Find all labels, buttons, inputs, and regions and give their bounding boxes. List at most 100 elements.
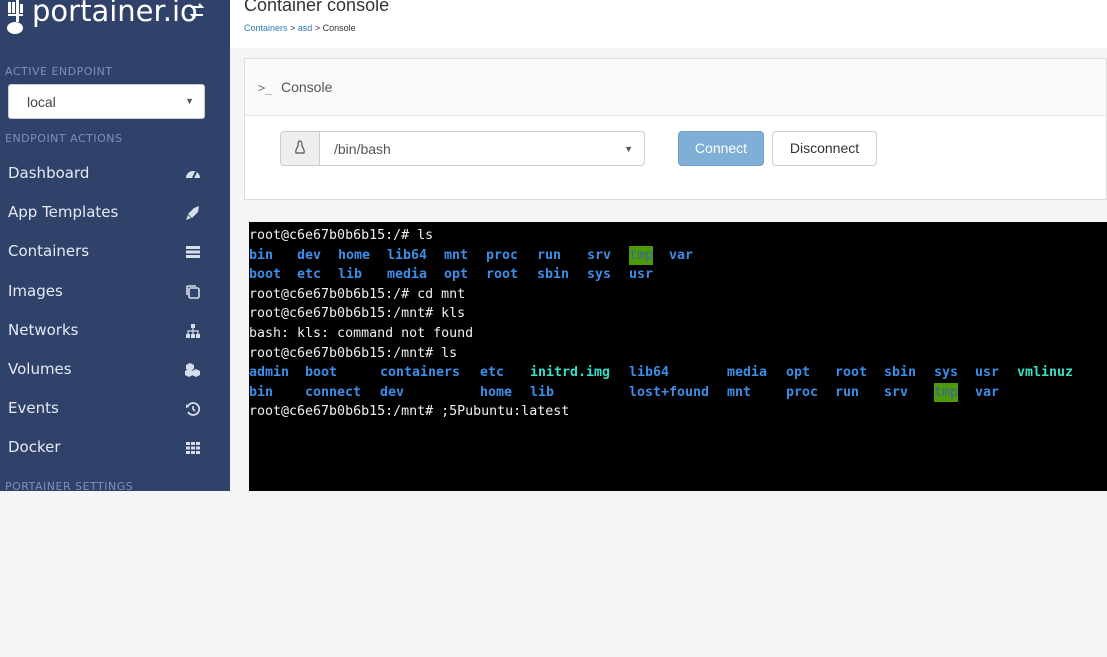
- terminal-line: bash: kls: command not found: [249, 326, 474, 341]
- history-icon: [186, 402, 201, 416]
- terminal-ls-output: bin dev home lib64 mnt proc run srv tmp …: [249, 245, 1107, 266]
- command-select[interactable]: /bin/bash ▼: [280, 131, 645, 166]
- chevron-down-icon: ▼: [185, 96, 194, 106]
- dir-entry: sys: [587, 267, 612, 283]
- terminal-line: root@c6e67b0b6b15:/mnt# kls: [249, 306, 466, 322]
- console-panel-heading: >_ Console: [245, 59, 1106, 116]
- main-content: Container console Containers > asd > Con…: [230, 0, 1107, 491]
- dir-entry: dev: [380, 384, 405, 400]
- dir-entry: boot: [305, 365, 338, 381]
- connect-button[interactable]: Connect: [678, 131, 764, 166]
- dir-entry: mnt: [727, 384, 752, 400]
- console-panel-title: Console: [281, 79, 333, 95]
- console-panel: >_ Console /bin/bash ▼ Connect Disconnec…: [244, 58, 1107, 200]
- sidebar-item-app-templates[interactable]: App Templates: [0, 193, 230, 232]
- endpoint-actions-label: ENDPOINT ACTIONS: [5, 132, 123, 145]
- sidebar-item-label: Containers: [8, 242, 90, 260]
- sidebar-item-dashboard[interactable]: Dashboard: [0, 154, 230, 193]
- sidebar-item-containers[interactable]: Containers: [0, 232, 230, 271]
- exchange-icon[interactable]: [187, 1, 207, 21]
- file-entry: vmlinuz: [1017, 365, 1074, 381]
- server-icon: [186, 246, 200, 258]
- dir-entry: srv: [587, 247, 612, 263]
- file-entry: initrd.img: [530, 365, 611, 381]
- terminal-line: root@c6e67b0b6b15:/mnt# ls: [249, 345, 458, 361]
- endpoint-select[interactable]: local ▼: [8, 84, 205, 119]
- dir-entry: admin: [249, 365, 290, 381]
- dir-entry: boot: [249, 267, 282, 283]
- dir-entry: home: [480, 384, 513, 400]
- dir-entry: containers: [380, 365, 461, 381]
- dir-entry: home: [338, 247, 371, 263]
- dir-entry: media: [387, 267, 428, 283]
- dir-entry: connect: [305, 384, 362, 400]
- terminal[interactable]: root@c6e67b0b6b15:/# ls bin dev home lib…: [249, 222, 1107, 491]
- dir-entry: etc: [297, 267, 322, 283]
- dir-entry: lib64: [387, 247, 428, 263]
- disconnect-button[interactable]: Disconnect: [772, 131, 877, 166]
- terminal-prompt-line: root@c6e67b0b6b15:/mnt# ;5Pubuntu:latest: [249, 404, 570, 420]
- sidebar-item-label: Dashboard: [8, 164, 90, 182]
- sidebar-item-label: Images: [8, 282, 63, 300]
- dir-entry: lib: [338, 267, 363, 283]
- linux-icon: [295, 140, 305, 154]
- terminal-line: root@c6e67b0b6b15:/# cd mnt: [249, 286, 466, 302]
- terminal-prompt-icon: >_: [258, 81, 273, 95]
- portainer-settings-label: PORTAINER SETTINGS: [5, 480, 134, 493]
- sidebar-item-label: Events: [8, 399, 59, 417]
- terminal-ls-output: bin connect dev home lib lost+found mnt …: [249, 382, 1107, 403]
- terminal-line: root@c6e67b0b6b15:/# ls: [249, 228, 434, 243]
- terminal-ls-output: boot etc lib media opt root sbin sys usr: [249, 265, 1107, 285]
- dir-entry: lib64: [629, 365, 670, 381]
- sitemap-icon: [186, 324, 200, 338]
- breadcrumb-container-link[interactable]: asd: [298, 23, 313, 33]
- dir-entry: etc: [480, 365, 505, 381]
- dir-entry: proc: [786, 384, 819, 400]
- tachometer-icon: [186, 171, 200, 179]
- endpoint-select-value: local: [27, 94, 56, 110]
- dir-entry: root: [486, 267, 519, 283]
- sidebar-item-label: Volumes: [8, 360, 72, 378]
- dir-entry: opt: [444, 267, 469, 283]
- terminal-ls-output: admin boot containers etc initrd.img lib…: [249, 363, 1107, 383]
- command-addon: [281, 132, 320, 165]
- chevron-down-icon: ▼: [624, 144, 633, 154]
- dir-entry: sbin: [537, 267, 570, 283]
- dir-entry: run: [835, 384, 860, 400]
- sidebar-item-networks[interactable]: Networks: [0, 311, 230, 350]
- sidebar-item-images[interactable]: Images: [0, 272, 230, 311]
- dir-entry: lib: [530, 384, 555, 400]
- command-select-value: /bin/bash: [334, 141, 391, 157]
- dir-entry: bin: [249, 384, 274, 400]
- sidebar-item-label: Networks: [8, 321, 79, 339]
- th-icon: [186, 442, 200, 454]
- dir-entry: var: [669, 247, 694, 263]
- breadcrumb-current: Console: [322, 23, 356, 33]
- breadcrumb-separator: >: [287, 23, 298, 33]
- clone-icon: [186, 285, 200, 299]
- dir-entry: dev: [297, 247, 322, 263]
- sidebar-item-events[interactable]: Events: [0, 389, 230, 428]
- dir-entry: usr: [975, 365, 1000, 381]
- dir-entry: media: [727, 365, 768, 381]
- dir-entry: root: [835, 365, 868, 381]
- brand-name: portainer.io: [32, 0, 198, 28]
- dir-entry: run: [537, 247, 562, 263]
- sidebar-item-docker[interactable]: Docker: [0, 428, 230, 467]
- dir-entry: opt: [786, 365, 811, 381]
- dir-entry: bin: [249, 247, 274, 263]
- dir-entry: var: [975, 384, 1000, 400]
- cubes-icon: [185, 363, 200, 377]
- dir-entry: mnt: [444, 247, 469, 263]
- sidebar-item-label: Docker: [8, 438, 61, 456]
- breadcrumb-containers-link[interactable]: Containers: [244, 23, 288, 33]
- dir-entry: usr: [629, 267, 654, 283]
- page-title: Container console: [244, 0, 390, 15]
- dir-entry: proc: [486, 247, 519, 263]
- portainer-logo-icon: [7, 0, 23, 34]
- rocket-icon: [186, 206, 199, 220]
- active-endpoint-label: ACTIVE ENDPOINT: [5, 65, 113, 78]
- sidebar-item-volumes[interactable]: Volumes: [0, 350, 230, 389]
- logo[interactable]: portainer.io: [0, 0, 230, 58]
- breadcrumb: Containers > asd > Console: [244, 23, 356, 33]
